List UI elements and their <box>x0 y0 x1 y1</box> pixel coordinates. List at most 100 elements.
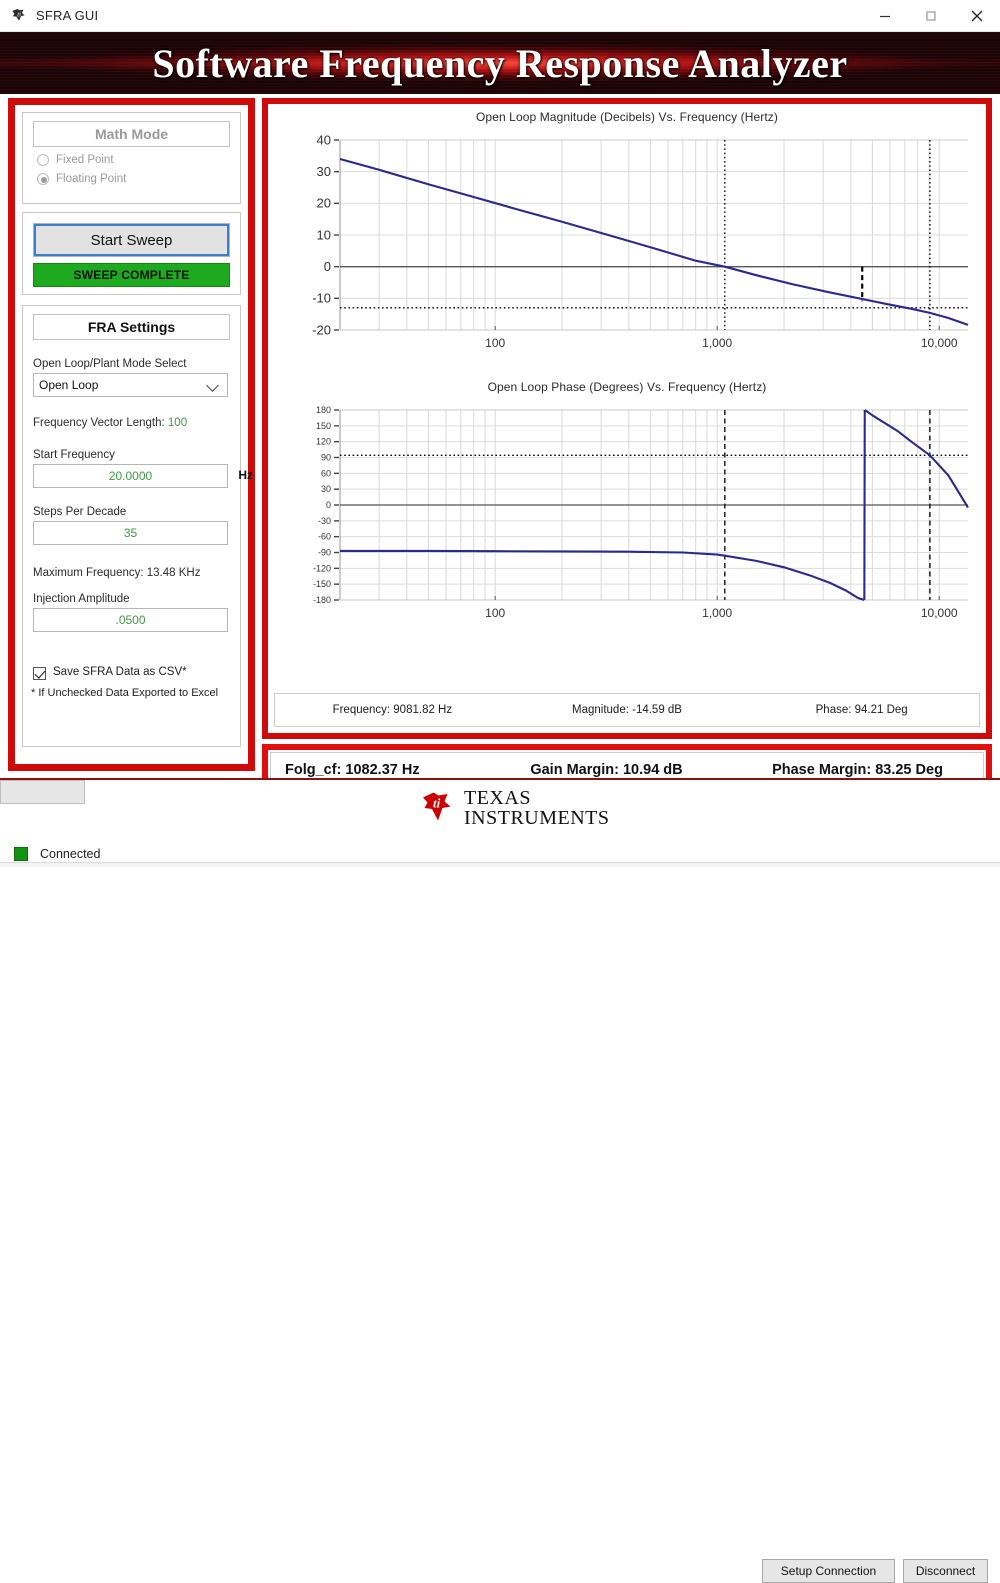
math-mode-header: Math Mode <box>33 121 230 147</box>
magnitude-plot[interactable]: -20-100102030401001,00010,000 <box>268 124 986 374</box>
svg-text:120: 120 <box>316 437 331 447</box>
mode-select-label: Open Loop/Plant Mode Select <box>33 358 240 370</box>
radio-floating-point[interactable]: Floating Point <box>37 173 240 185</box>
svg-text:30: 30 <box>317 164 331 179</box>
svg-text:1,000: 1,000 <box>702 606 732 620</box>
svg-text:10,000: 10,000 <box>921 336 958 350</box>
steps-per-decade-input[interactable]: 35 <box>33 521 228 545</box>
frequency-vector-length-value: 100 <box>168 417 187 429</box>
injection-amplitude-label: Injection Amplitude <box>33 593 240 605</box>
radio-label-floating-point: Floating Point <box>56 173 126 185</box>
csv-note: * If Unchecked Data Exported to Excel <box>31 687 240 699</box>
charts-panel: Open Loop Magnitude (Decibels) Vs. Frequ… <box>262 98 992 739</box>
math-mode-section: Math Mode Fixed Point Floating Point <box>22 112 241 204</box>
status-bar-strip <box>0 862 1000 867</box>
connection-led-icon <box>14 847 28 861</box>
window-controls <box>862 0 1000 32</box>
phase-chart-block: Open Loop Phase (Degrees) Vs. Frequency … <box>268 374 986 642</box>
ti-logo-line2: INSTRUMENTS <box>464 808 610 828</box>
connection-status-text: Connected <box>40 847 100 861</box>
phase-plot[interactable]: -180 -150 -120 -90 -60 -30 0 30 60 90 120 150 180 100… <box>268 394 986 642</box>
status-bar: Connected <box>0 840 1000 867</box>
svg-text:0: 0 <box>326 500 331 510</box>
maximize-button[interactable] <box>908 0 954 32</box>
maximum-frequency-row: Maximum Frequency: 13.48 KHz <box>33 567 240 579</box>
app-banner: Software Frequency Response Analyzer <box>0 32 1000 94</box>
svg-text:-30: -30 <box>318 516 331 526</box>
radio-label-fixed-point: Fixed Point <box>56 154 114 166</box>
injection-amplitude-input[interactable]: .0500 <box>33 608 228 632</box>
cursor-magnitude-readout: Magnitude: -14.59 dB <box>510 704 745 716</box>
ti-logo-line1: TEXAS <box>464 788 610 808</box>
maximum-frequency-label: Maximum Frequency: <box>33 567 144 579</box>
window-title: SFRA GUI <box>36 8 98 23</box>
svg-text:100: 100 <box>485 336 505 350</box>
series-phase <box>340 551 864 600</box>
svg-text:1,000: 1,000 <box>702 336 732 350</box>
svg-text:10: 10 <box>317 227 331 242</box>
setup-connection-button[interactable]: Setup Connection <box>762 1559 895 1583</box>
frequency-vector-length-row: Frequency Vector Length: 100 <box>33 417 240 429</box>
svg-text:ti: ti <box>433 796 441 811</box>
svg-text:100: 100 <box>485 606 505 620</box>
mode-select-value: Open Loop <box>34 378 98 392</box>
disconnect-button[interactable]: Disconnect <box>903 1559 988 1583</box>
ti-logo-icon: ti <box>10 7 28 25</box>
mode-select-dropdown[interactable]: Open Loop <box>33 373 228 397</box>
svg-text:30: 30 <box>321 484 331 494</box>
radio-icon-floating-point <box>37 173 49 185</box>
start-frequency-input[interactable]: 20.0000 Hz <box>33 464 228 488</box>
sweep-section: Start Sweep SWEEP COMPLETE <box>22 212 241 295</box>
connection-status-field <box>0 780 85 804</box>
save-csv-label: Save SFRA Data as CSV* <box>53 666 187 678</box>
injection-amplitude-value: .0500 <box>34 613 227 627</box>
svg-text:0: 0 <box>324 259 331 274</box>
svg-text:-150: -150 <box>313 579 331 589</box>
result-gain-margin: Gain Margin: 10.94 dB <box>481 762 732 778</box>
frequency-vector-length-label: Frequency Vector Length: <box>33 417 165 429</box>
ti-logo-mark-icon: ti <box>418 788 458 828</box>
svg-text:10,000: 10,000 <box>921 606 958 620</box>
chevron-down-icon <box>208 380 219 391</box>
svg-text:-60: -60 <box>318 532 331 542</box>
result-folg-cf: Folg_cf: 1082.37 Hz <box>271 762 481 778</box>
start-frequency-unit: Hz <box>238 468 253 482</box>
svg-text:-120: -120 <box>313 563 331 573</box>
radio-fixed-point[interactable]: Fixed Point <box>37 154 240 166</box>
svg-text:60: 60 <box>321 468 331 478</box>
sweep-status-badge: SWEEP COMPLETE <box>33 263 230 287</box>
cursor-readout-bar: Frequency: 9081.82 Hz Magnitude: -14.59 … <box>274 693 980 727</box>
minimize-button[interactable] <box>862 0 908 32</box>
checkbox-icon-save-csv <box>33 667 46 680</box>
maximum-frequency-value: 13.48 KHz <box>147 567 201 579</box>
svg-text:-180: -180 <box>313 595 331 605</box>
cursor-frequency-readout: Frequency: 9081.82 Hz <box>275 704 510 716</box>
cursor-phase-readout: Phase: 94.21 Deg <box>744 704 979 716</box>
start-sweep-button[interactable]: Start Sweep <box>33 223 230 257</box>
fra-settings-section: FRA Settings Open Loop/Plant Mode Select… <box>22 305 241 747</box>
magnitude-chart-title: Open Loop Magnitude (Decibels) Vs. Frequ… <box>268 104 986 124</box>
close-button[interactable] <box>954 0 1000 32</box>
phase-chart-title: Open Loop Phase (Degrees) Vs. Frequency … <box>268 374 986 394</box>
banner-title: Software Frequency Response Analyzer <box>0 32 1000 94</box>
magnitude-chart-block: Open Loop Magnitude (Decibels) Vs. Frequ… <box>268 104 986 374</box>
start-frequency-value: 20.0000 <box>34 469 227 483</box>
ti-logo-wordmark: TEXAS INSTRUMENTS <box>464 788 610 828</box>
svg-text:90: 90 <box>321 453 331 463</box>
svg-text:150: 150 <box>316 421 331 431</box>
svg-text:-20: -20 <box>312 322 331 337</box>
svg-text:ti: ti <box>17 10 21 18</box>
svg-text:20: 20 <box>317 196 331 211</box>
steps-per-decade-value: 35 <box>34 526 227 540</box>
math-mode-header-label: Math Mode <box>95 126 168 142</box>
window-title-bar: ti SFRA GUI <box>0 0 1000 32</box>
svg-text:180: 180 <box>316 405 331 415</box>
steps-per-decade-label: Steps Per Decade <box>33 506 240 518</box>
save-csv-checkbox[interactable]: Save SFRA Data as CSV* <box>33 666 240 680</box>
main-content: Math Mode Fixed Point Floating Point Sta… <box>0 94 1000 778</box>
fra-settings-header: FRA Settings <box>33 314 230 340</box>
svg-text:-90: -90 <box>318 548 331 558</box>
svg-text:-10: -10 <box>312 291 331 306</box>
radio-icon-fixed-point <box>37 154 49 166</box>
result-phase-margin: Phase Margin: 83.25 Deg <box>732 762 983 778</box>
